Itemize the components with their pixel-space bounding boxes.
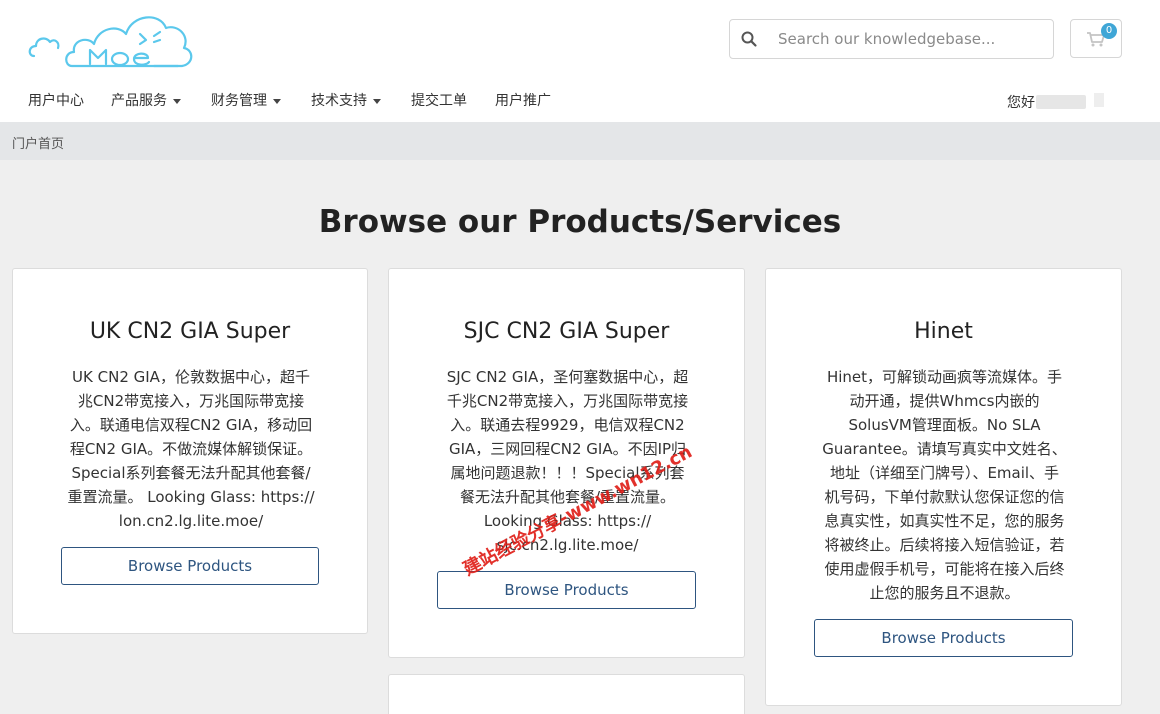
- description-line: Special系列套餐无法升配其他套餐/: [71, 464, 311, 482]
- product-card-partial: [388, 674, 745, 714]
- nav-label: 用户推广: [495, 93, 551, 109]
- description-line: SolusVM管理面板。No SLA: [848, 416, 1041, 434]
- nav-billing-dropdown[interactable]: 财务管理: [211, 90, 281, 110]
- main-nav: 用户中心 产品服务 财务管理 技术支持 提交工单 用户推广: [0, 90, 1160, 116]
- nav-open-ticket[interactable]: 提交工单: [411, 90, 467, 110]
- description-line: 兆CN2带宽接入，万兆国际带宽接: [77, 392, 305, 410]
- description-line: 机号码，下单付款默认您保证您的信: [824, 488, 1065, 506]
- nav-products-dropdown[interactable]: 产品服务: [111, 90, 181, 110]
- redacted-username: [1036, 95, 1086, 109]
- nav-support-dropdown[interactable]: 技术支持: [311, 90, 381, 110]
- caret-down-icon: [173, 98, 181, 104]
- description-line: 程CN2 GIA。不做流媒体解锁保证。: [69, 440, 313, 458]
- nav-affiliates[interactable]: 用户推广: [495, 90, 551, 110]
- top-bar: 0 用户中心 产品服务 财务管理 技术支持 提交工单 用户推广 您好: [0, 0, 1160, 122]
- description-line: 入。联通去程9929，电信双程CN2: [450, 416, 685, 434]
- product-card: Hinet Hinet，可解锁动画疯等流媒体。手 动开通，提供Whmcs内嵌的 …: [765, 268, 1122, 706]
- product-card: UK CN2 GIA Super UK CN2 GIA，伦敦数据中心，超千 兆C…: [12, 268, 368, 634]
- description-line: lon.cn2.lg.lite.moe/: [118, 512, 264, 530]
- cart-button[interactable]: 0: [1070, 19, 1122, 58]
- search-box[interactable]: [729, 19, 1054, 59]
- search-icon: [741, 31, 757, 47]
- breadcrumb-home-link[interactable]: 门户首页: [12, 133, 64, 152]
- description-line: 地址（详细至门牌号）、Email、手: [829, 464, 1060, 482]
- description-line: 止您的服务且不退款。: [869, 584, 1020, 602]
- description-line: SJC CN2 GIA，圣何塞数据中心，超: [446, 368, 689, 386]
- product-description: Hinet，可解锁动画疯等流媒体。手 动开通，提供Whmcs内嵌的 SolusV…: [806, 365, 1083, 605]
- cart-count-badge: 0: [1101, 23, 1117, 39]
- redacted-username-part: [1094, 93, 1104, 107]
- description-line: 使用虚假手机号，可能将在接入后终: [824, 560, 1065, 578]
- description-line: 将被终止。后续将接入短信验证，若: [824, 536, 1065, 554]
- description-line: 息真实性，如真实性不足，您的服务: [824, 512, 1065, 530]
- description-line: 重置流量。 Looking Glass: https://: [67, 488, 315, 506]
- browse-products-button[interactable]: Browse Products: [61, 547, 319, 585]
- description-line: 千兆CN2带宽接入，万兆国际带宽接: [446, 392, 689, 410]
- nav-user-center[interactable]: 用户中心: [28, 90, 84, 110]
- nav-label: 提交工单: [411, 93, 467, 109]
- browse-products-button[interactable]: Browse Products: [814, 619, 1073, 657]
- user-greeting[interactable]: 您好: [1007, 92, 1035, 112]
- nav-label: 产品服务: [111, 93, 167, 109]
- description-line: 入。联通电信双程CN2 GIA，移动回: [69, 416, 313, 434]
- product-title: UK CN2 GIA Super: [89, 319, 291, 344]
- description-line: UK CN2 GIA，伦敦数据中心，超千: [72, 368, 310, 386]
- description-line: Hinet，可解锁动画疯等流媒体。手: [826, 368, 1063, 386]
- moe-cloud-logo[interactable]: [28, 6, 198, 74]
- nav-label: 用户中心: [28, 93, 84, 109]
- product-title: SJC CN2 GIA Super: [463, 319, 670, 344]
- nav-label: 技术支持: [311, 93, 367, 109]
- search-input[interactable]: [778, 28, 1038, 50]
- description-line: Guarantee。请填写真实中文姓名、: [822, 440, 1067, 458]
- page-title: Browse our Products/Services: [318, 204, 842, 240]
- caret-down-icon: [273, 98, 281, 104]
- breadcrumb: 门户首页: [0, 122, 1160, 160]
- caret-down-icon: [373, 98, 381, 104]
- product-description: UK CN2 GIA，伦敦数据中心，超千 兆CN2带宽接入，万兆国际带宽接 入。…: [53, 365, 329, 533]
- product-title: Hinet: [914, 319, 973, 344]
- description-line: 动开通，提供Whmcs内嵌的: [849, 392, 1040, 410]
- nav-label: 财务管理: [211, 93, 267, 109]
